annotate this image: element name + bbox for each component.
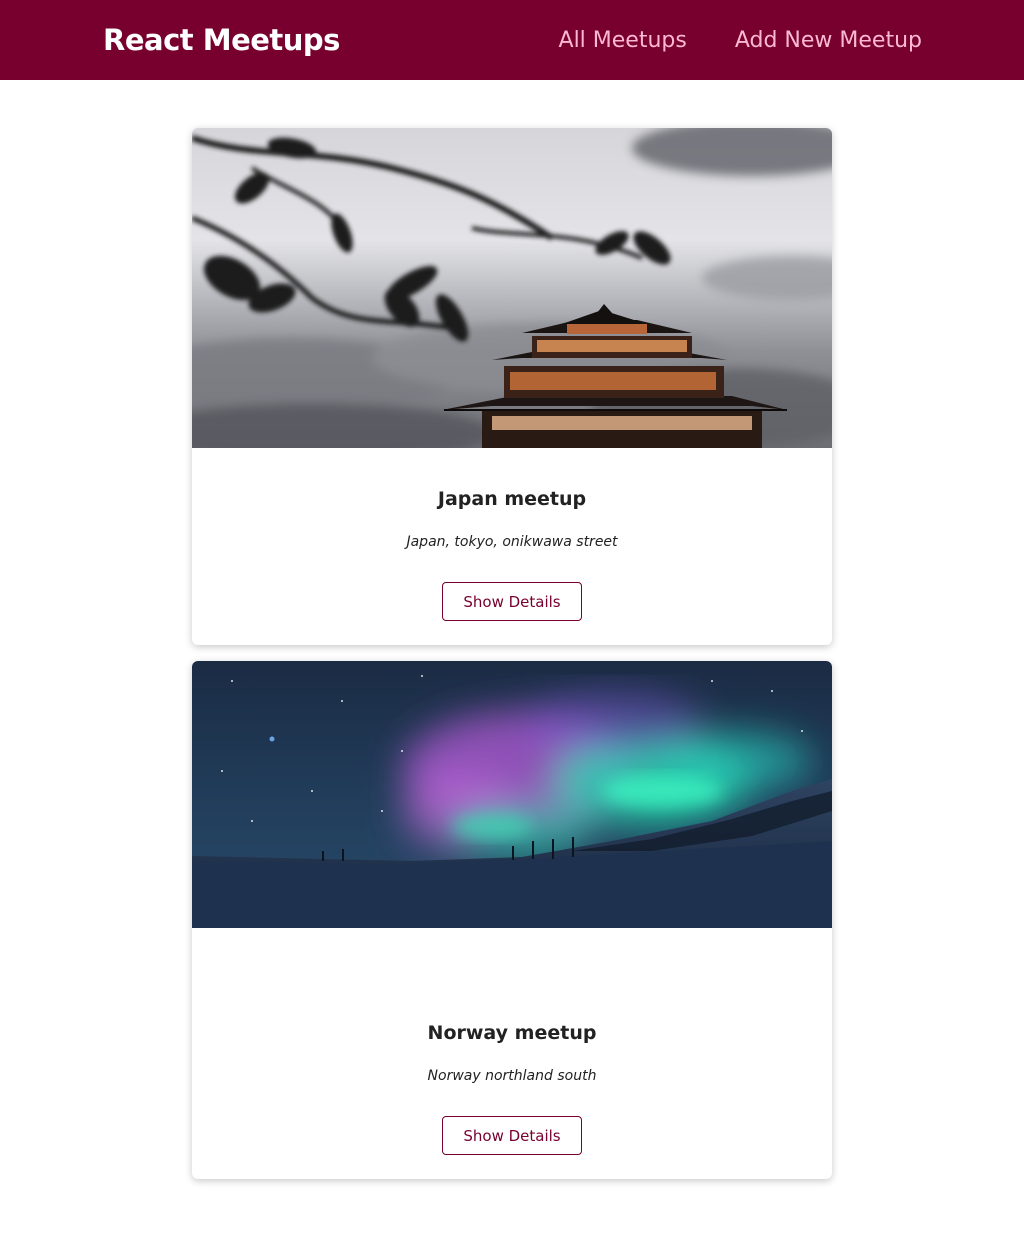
meetup-card-actions: Show Details	[192, 552, 832, 645]
meetup-image-japan-castle	[192, 128, 832, 448]
meetup-title: Japan meetup	[437, 488, 587, 510]
meetup-title: Norway meetup	[427, 1022, 597, 1044]
meetup-image-northern-lights	[192, 661, 832, 928]
meetup-card: Japan meetup Japan, tokyo, onikwawa stre…	[192, 128, 832, 645]
japanese-castle-photo	[192, 128, 832, 448]
show-details-button[interactable]: Show Details	[442, 1116, 582, 1155]
nav-menu: All Meetups Add New Meetup	[559, 28, 922, 53]
meetup-address: Norway northland south	[427, 1068, 597, 1084]
main-navigation: React Meetups All Meetups Add New Meetup	[0, 0, 1024, 80]
nav-item-all-meetups: All Meetups	[559, 28, 687, 53]
meetup-card-content: Japan meetup Japan, tokyo, onikwawa stre…	[192, 448, 832, 552]
show-details-button[interactable]: Show Details	[442, 582, 582, 621]
meetup-card-actions: Show Details	[192, 1086, 832, 1179]
northern-lights-photo	[192, 661, 832, 928]
nav-link-all-meetups[interactable]: All Meetups	[559, 28, 687, 53]
site-logo[interactable]: React Meetups	[103, 23, 340, 57]
meetup-card: Norway meetup Norway northland south Sho…	[192, 661, 832, 1179]
nav-item-add-meetup: Add New Meetup	[735, 28, 922, 53]
nav-list: All Meetups Add New Meetup	[559, 28, 922, 53]
nav-link-add-new-meetup[interactable]: Add New Meetup	[735, 28, 922, 53]
meetup-address: Japan, tokyo, onikwawa street	[406, 534, 618, 550]
meetup-card-content: Norway meetup Norway northland south	[192, 928, 832, 1086]
meetup-list: Japan meetup Japan, tokyo, onikwawa stre…	[192, 128, 832, 1179]
